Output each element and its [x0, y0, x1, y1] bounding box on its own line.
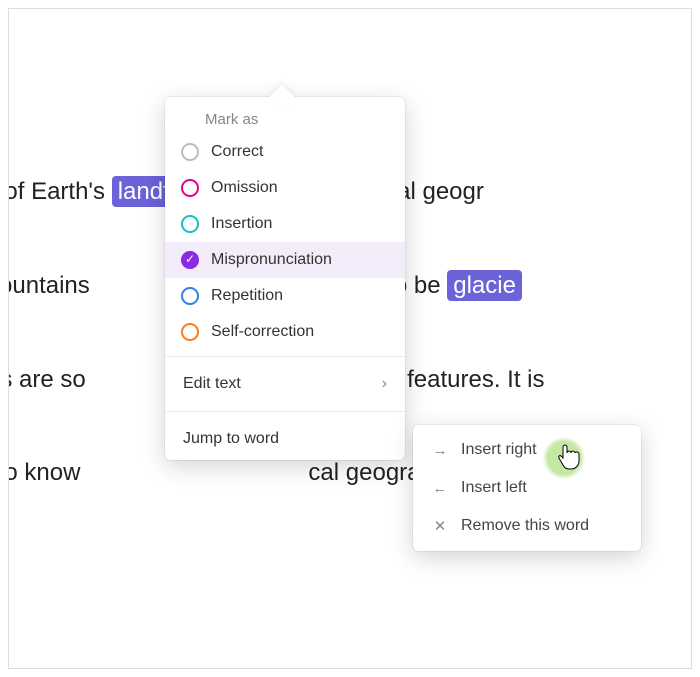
submenu-item-label: Insert left	[461, 479, 527, 497]
mark-repetition[interactable]: Repetition	[165, 278, 405, 314]
radio-checked-icon	[181, 251, 199, 269]
close-icon: ✕	[431, 517, 449, 535]
menu-separator	[165, 356, 405, 357]
remove-word[interactable]: ✕ Remove this word	[413, 507, 641, 545]
document-frame: udy of Earth's landforms is called physi…	[8, 8, 692, 669]
menu-item-label: Insertion	[211, 215, 272, 233]
menu-separator	[165, 411, 405, 412]
chevron-right-icon: ›	[382, 375, 387, 393]
radio-icon	[181, 143, 199, 161]
mark-self-correction[interactable]: Self-correction	[165, 314, 405, 350]
mark-correct[interactable]: Correct	[165, 134, 405, 170]
arrow-right-icon: →	[431, 442, 449, 459]
menu-item-label: Omission	[211, 179, 278, 197]
text-fragment: nts to know	[8, 459, 80, 486]
highlight-glacie[interactable]: glacie	[447, 270, 522, 301]
jump-to-word-row[interactable]: Jump to word	[165, 418, 405, 460]
menu-item-label: Edit text	[183, 375, 241, 393]
insert-left[interactable]: ← Insert left	[413, 469, 641, 507]
radio-icon	[181, 215, 199, 233]
mark-insertion[interactable]: Insertion	[165, 206, 405, 242]
text-fragment: e mountains	[8, 272, 90, 299]
mark-mispronunciation[interactable]: Mispronunciation	[165, 242, 405, 278]
edit-text-submenu: → Insert right ← Insert left ✕ Remove th…	[413, 425, 641, 551]
edit-text-row[interactable]: Edit text ›	[165, 363, 405, 405]
radio-icon	[181, 287, 199, 305]
arrow-left-icon: ←	[431, 480, 449, 497]
menu-header: Mark as	[165, 97, 405, 134]
radio-icon	[181, 323, 199, 341]
insert-right[interactable]: → Insert right	[413, 431, 641, 469]
radio-icon	[181, 179, 199, 197]
submenu-item-label: Insert right	[461, 441, 537, 459]
mark-omission[interactable]: Omission	[165, 170, 405, 206]
menu-item-label: Jump to word	[183, 430, 279, 448]
mark-as-menu: Mark as Correct Omission Insertion Mispr…	[165, 97, 405, 460]
text-fragment: orms are so	[8, 366, 86, 393]
text-fragment: udy of Earth's	[8, 178, 112, 205]
menu-item-label: Mispronunciation	[211, 251, 332, 269]
menu-item-label: Self-correction	[211, 323, 314, 341]
submenu-item-label: Remove this word	[461, 517, 589, 535]
menu-item-label: Repetition	[211, 287, 283, 305]
menu-item-label: Correct	[211, 143, 263, 161]
